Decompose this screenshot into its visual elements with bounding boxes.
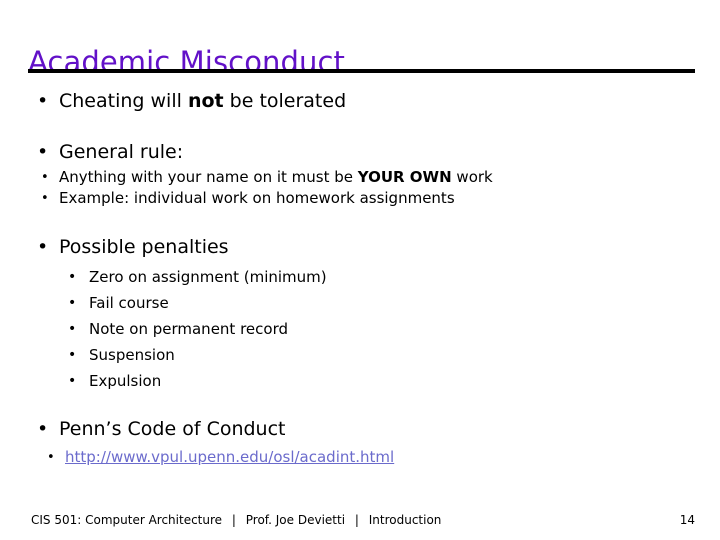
page-number: 14 [679, 513, 695, 527]
list-item: • Anything with your name on it must be … [32, 167, 720, 188]
list-item: • http://www.vpul.upenn.edu/osl/acadint.… [38, 447, 720, 468]
bullet-list-code-of-conduct-link: • http://www.vpul.upenn.edu/osl/acadint.… [0, 447, 720, 468]
bullet-cheating-text: Cheating will not be tolerated [59, 88, 346, 114]
bullet-marker-icon: • [68, 347, 77, 363]
slide-footer: CIS 501: Computer Architecture | Prof. J… [0, 506, 720, 540]
list-item: • Suspension [60, 342, 720, 368]
bullet-list-penalty-items: • Zero on assignment (minimum) • Fail co… [0, 264, 720, 394]
footer-course: CIS 501: Computer Architecture [31, 513, 223, 527]
bullet-marker-icon: • [68, 321, 77, 337]
bullet-marker-icon: • [37, 90, 49, 112]
footer-text: CIS 501: Computer Architecture | Prof. J… [31, 512, 441, 528]
bullet-cheating-text-post: be tolerated [223, 90, 347, 112]
footer-instructor: Prof. Joe Devietti [245, 513, 346, 527]
slide-body: • Cheating will not be tolerated • Gener… [0, 82, 720, 468]
penalty-item-text: Zero on assignment (minimum) [89, 268, 327, 286]
bullet-list-level2-general-rule: • Anything with your name on it must be … [0, 167, 720, 209]
bullet-possible-penalties: • Possible penalties [28, 234, 720, 260]
penalty-item-text: Fail course [89, 294, 169, 312]
bullet-code-of-conduct-label: Penn’s Code of Conduct [59, 418, 286, 440]
bullet-marker-icon: • [37, 141, 49, 163]
list-item: • Zero on assignment (minimum) [60, 264, 720, 290]
bullet-marker-icon: • [37, 236, 49, 258]
list-item: • Fail course [60, 290, 720, 316]
penalty-item-text: Suspension [89, 346, 175, 364]
sub-bullet-your-own-post: work [451, 168, 493, 186]
page-title: Academic Misconduct [28, 45, 346, 80]
bullet-list-level1-penalties: • Possible penalties [0, 234, 720, 260]
slide: Academic Misconduct • Cheating will not … [0, 0, 720, 540]
footer-section: Introduction [368, 513, 442, 527]
bullet-cheating-text-bold: not [187, 90, 224, 112]
bullet-marker-icon: • [47, 450, 55, 465]
bullet-list-level1-cheating: • Cheating will not be tolerated [0, 88, 720, 114]
sub-bullet-your-own-pre: Anything with your name on it must be [59, 168, 358, 186]
bullet-general-rule: • General rule: [28, 139, 720, 165]
sub-bullet-your-own-text: Anything with your name on it must be YO… [59, 168, 493, 186]
footer-separator: | [231, 513, 236, 527]
bullet-code-of-conduct: • Penn’s Code of Conduct [28, 416, 720, 442]
footer-separator: | [354, 513, 359, 527]
list-item: • Expulsion [60, 368, 720, 394]
bullet-marker-icon: • [68, 373, 77, 389]
list-item: • Note on permanent record [60, 316, 720, 342]
bullet-list-level1-code-of-conduct: • Penn’s Code of Conduct [0, 416, 720, 442]
bullet-marker-icon: • [41, 170, 49, 185]
bullet-marker-icon: • [37, 418, 49, 440]
list-item: • Example: individual work on homework a… [32, 188, 720, 209]
bullet-marker-icon: • [41, 191, 49, 206]
code-of-conduct-link[interactable]: http://www.vpul.upenn.edu/osl/acadint.ht… [65, 448, 394, 466]
bullet-cheating: • Cheating will not be tolerated [28, 88, 720, 114]
bullet-marker-icon: • [68, 269, 77, 285]
bullet-marker-icon: • [68, 295, 77, 311]
bullet-possible-penalties-label: Possible penalties [59, 236, 229, 258]
bullet-general-rule-label: General rule: [59, 141, 184, 163]
sub-bullet-your-own-bold: YOUR OWN [357, 168, 452, 186]
penalty-item-text: Expulsion [89, 372, 162, 390]
bullet-cheating-text-pre: Cheating will [59, 90, 188, 112]
bullet-list-level1-general-rule: • General rule: [0, 139, 720, 165]
penalty-item-text: Note on permanent record [89, 320, 288, 338]
title-divider [28, 69, 695, 73]
sub-bullet-example-text: Example: individual work on homework ass… [59, 189, 455, 207]
